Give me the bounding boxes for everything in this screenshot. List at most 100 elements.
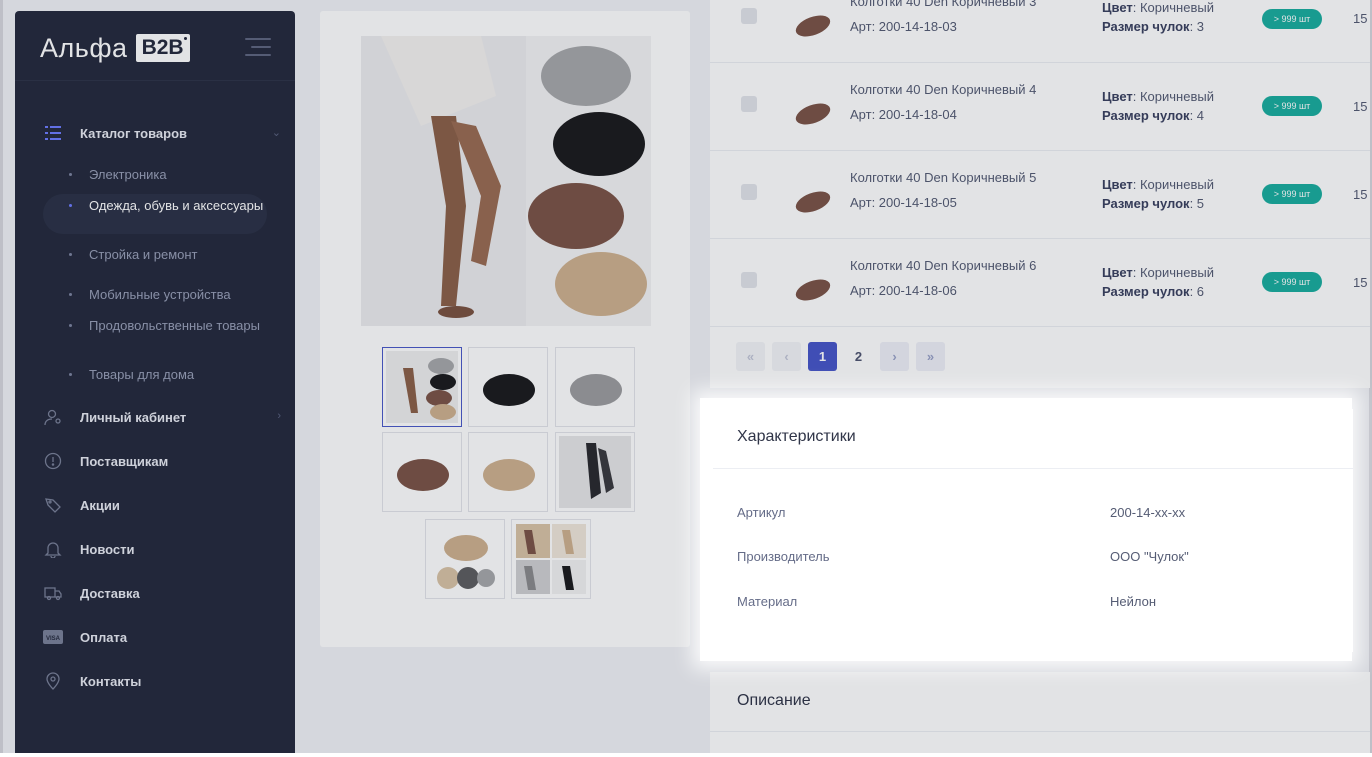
catalog-subitem-mobile[interactable]: Мобильные устройства bbox=[69, 285, 264, 304]
user-settings-icon bbox=[43, 407, 63, 427]
row-checkbox[interactable] bbox=[741, 184, 757, 200]
sidebar-item-suppliers[interactable]: Поставщикам bbox=[43, 448, 283, 474]
gallery-thumb[interactable] bbox=[382, 432, 462, 512]
stock-badge: > 999 шт bbox=[1262, 184, 1322, 204]
row-checkbox[interactable] bbox=[741, 8, 757, 24]
menu-toggle-icon[interactable] bbox=[245, 38, 271, 58]
tag-icon bbox=[43, 495, 63, 515]
info-circle-icon bbox=[43, 451, 63, 471]
truck-icon bbox=[43, 583, 63, 603]
gallery-thumb[interactable] bbox=[555, 347, 635, 427]
product-size: Размер чулок: 6 bbox=[1102, 284, 1205, 299]
char-value-sku: 200-14-xx-xx bbox=[1110, 505, 1186, 520]
list-icon bbox=[43, 123, 63, 143]
product-price: 15 bbox=[1353, 275, 1368, 290]
gallery-thumb[interactable] bbox=[382, 347, 462, 427]
sidebar-item-catalog[interactable]: Каталог товаров ⌄ bbox=[43, 120, 283, 146]
divider bbox=[710, 731, 1370, 732]
sidebar-item-news[interactable]: Новости bbox=[43, 536, 283, 562]
table-row: Колготки 40 Den Коричневый 4 Арт: 200-14… bbox=[710, 62, 1370, 151]
sidebar: Альфа B2B Каталог товаров ⌄ Электроника … bbox=[15, 11, 295, 753]
product-price: 15 bbox=[1353, 99, 1368, 114]
product-name[interactable]: Колготки 40 Den Коричневый 3 bbox=[850, 0, 1036, 9]
pagination: « ‹ 1 2 › » bbox=[736, 342, 952, 371]
bell-icon bbox=[43, 539, 63, 559]
gallery-thumb[interactable] bbox=[468, 432, 548, 512]
product-name[interactable]: Колготки 40 Den Коричневый 6 bbox=[850, 258, 1036, 273]
characteristics-title: Характеристики bbox=[737, 428, 856, 445]
char-label-material: Материал bbox=[737, 594, 798, 609]
product-thumb[interactable] bbox=[792, 272, 834, 306]
product-name[interactable]: Колготки 40 Den Коричневый 4 bbox=[850, 82, 1036, 97]
catalog-subitem-home[interactable]: Товары для дома bbox=[69, 365, 264, 384]
product-variants-table: Колготки 40 Den Коричневый 3 Арт: 200-14… bbox=[710, 0, 1370, 388]
row-checkbox[interactable] bbox=[741, 96, 757, 112]
first-page-button[interactable]: « bbox=[736, 342, 765, 371]
page-button-1[interactable]: 1 bbox=[808, 342, 837, 371]
product-color: Цвет: Коричневый bbox=[1102, 89, 1214, 104]
product-size: Размер чулок: 5 bbox=[1102, 196, 1205, 211]
stock-badge: > 999 шт bbox=[1262, 272, 1322, 292]
visa-card-icon: VISA bbox=[43, 627, 63, 647]
product-gallery bbox=[320, 11, 690, 647]
table-row: Колготки 40 Den Коричневый 6 Арт: 200-14… bbox=[710, 238, 1370, 327]
gallery-thumb[interactable] bbox=[555, 432, 635, 512]
product-sku: Арт: 200-14-18-05 bbox=[850, 195, 957, 210]
sidebar-item-account[interactable]: Личный кабинет › bbox=[43, 404, 283, 430]
product-price: 15 bbox=[1353, 187, 1368, 202]
sidebar-item-promotions[interactable]: Акции bbox=[43, 492, 283, 518]
bottom-strip bbox=[0, 753, 1372, 757]
product-thumb[interactable] bbox=[792, 184, 834, 218]
stock-badge: > 999 шт bbox=[1262, 9, 1322, 29]
product-size: Размер чулок: 4 bbox=[1102, 108, 1205, 123]
product-sku: Арт: 200-14-18-03 bbox=[850, 19, 957, 34]
gallery-thumb[interactable] bbox=[425, 519, 505, 599]
char-label-manufacturer: Производитель bbox=[737, 549, 830, 564]
logo[interactable]: Альфа B2B bbox=[40, 31, 190, 65]
char-label-sku: Артикул bbox=[737, 505, 786, 520]
product-thumb[interactable] bbox=[792, 96, 834, 130]
product-sku: Арт: 200-14-18-06 bbox=[850, 283, 957, 298]
prev-page-button[interactable]: ‹ bbox=[772, 342, 801, 371]
sidebar-item-label: Доставка bbox=[80, 585, 140, 601]
gallery-thumb[interactable] bbox=[511, 519, 591, 599]
catalog-subitem-food[interactable]: Продовольственные товары bbox=[69, 316, 264, 335]
divider bbox=[713, 468, 1353, 469]
table-row: Колготки 40 Den Коричневый 5 Арт: 200-14… bbox=[710, 150, 1370, 239]
sidebar-item-label: Поставщикам bbox=[80, 453, 169, 469]
main-product-photo[interactable] bbox=[361, 36, 651, 326]
sidebar-item-label: Акции bbox=[80, 497, 120, 513]
product-name[interactable]: Колготки 40 Den Коричневый 5 bbox=[850, 170, 1036, 185]
sidebar-item-label: Оплата bbox=[80, 629, 128, 645]
sidebar-item-contacts[interactable]: Контакты bbox=[43, 668, 283, 694]
sidebar-item-label: Личный кабинет bbox=[80, 409, 187, 425]
description-card: Описание bbox=[710, 672, 1370, 753]
product-size: Размер чулок: 3 bbox=[1102, 19, 1205, 34]
sidebar-item-payment[interactable]: VISA Оплата bbox=[43, 624, 283, 650]
description-title[interactable]: Описание bbox=[737, 692, 811, 710]
page-button-2[interactable]: 2 bbox=[844, 342, 873, 371]
product-color: Цвет: Коричневый bbox=[1102, 0, 1214, 15]
svg-text:VISA: VISA bbox=[46, 636, 61, 642]
sidebar-item-delivery[interactable]: Доставка bbox=[43, 580, 283, 606]
chevron-down-icon[interactable]: ⌄ bbox=[272, 126, 281, 139]
sidebar-item-label: Каталог товаров bbox=[80, 125, 188, 141]
catalog-subitem-electronics[interactable]: Электроника bbox=[69, 165, 264, 184]
catalog-subitem-clothing[interactable]: Одежда, обувь и аксессуары bbox=[69, 196, 264, 215]
sidebar-item-label: Новости bbox=[80, 541, 135, 557]
product-sku: Арт: 200-14-18-04 bbox=[850, 107, 957, 122]
last-page-button[interactable]: » bbox=[916, 342, 945, 371]
sidebar-divider bbox=[15, 80, 295, 81]
logo-badge: B2B bbox=[135, 34, 190, 62]
logo-text: Альфа bbox=[40, 32, 128, 63]
table-row: Колготки 40 Den Коричневый 3 Арт: 200-14… bbox=[710, 0, 1370, 63]
product-thumb[interactable] bbox=[792, 8, 834, 42]
row-checkbox[interactable] bbox=[741, 272, 757, 288]
chevron-right-icon[interactable]: › bbox=[277, 410, 281, 422]
location-pin-icon bbox=[43, 671, 63, 691]
gallery-thumb[interactable] bbox=[468, 347, 548, 427]
product-color: Цвет: Коричневый bbox=[1102, 177, 1214, 192]
next-page-button[interactable]: › bbox=[880, 342, 909, 371]
catalog-subitem-construction[interactable]: Стройка и ремонт bbox=[69, 245, 264, 264]
stock-badge: > 999 шт bbox=[1262, 96, 1322, 116]
